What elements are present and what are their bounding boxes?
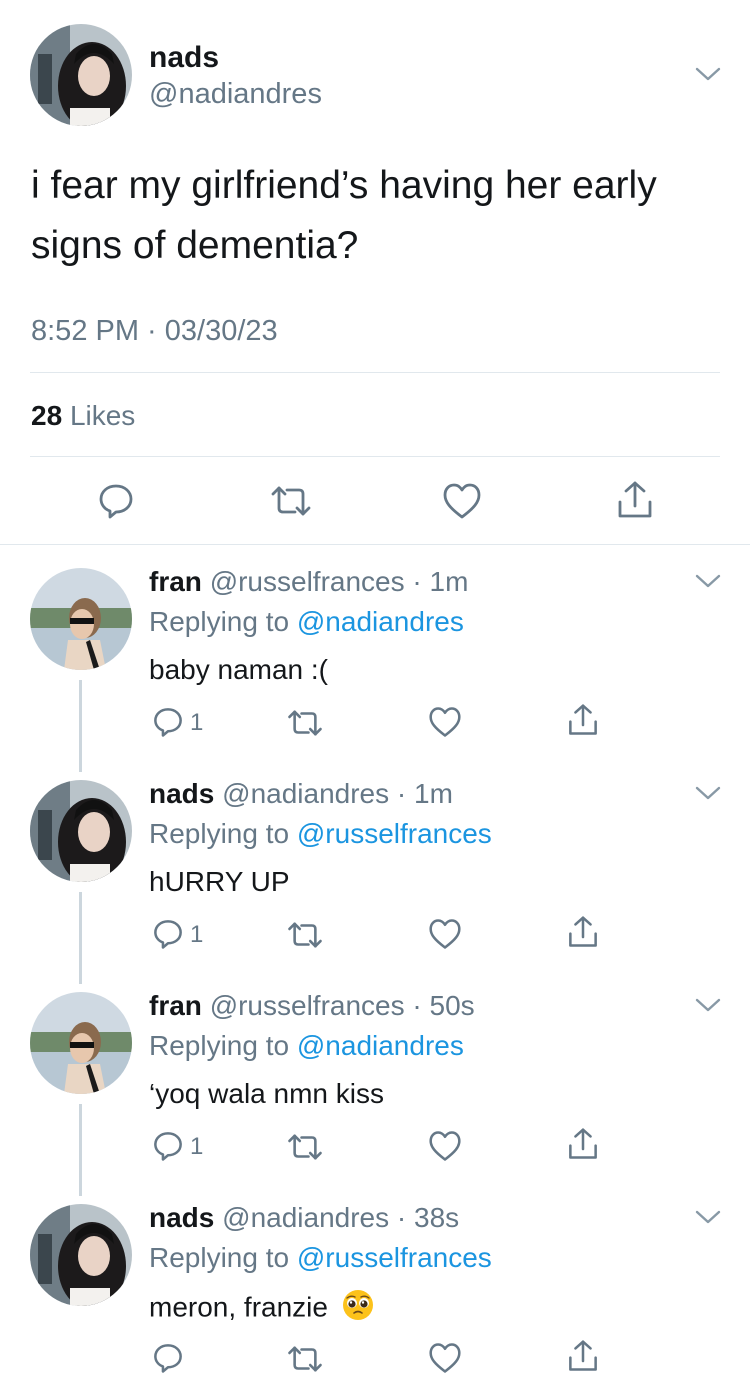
reply-count: 1 — [190, 1133, 204, 1160]
replying-to-link[interactable]: @russelfrances — [297, 818, 492, 849]
thread-line — [79, 1104, 82, 1196]
replying-prefix: Replying to — [149, 1030, 290, 1061]
reply-header: nads @nadiandres · 1m — [149, 777, 453, 811]
retweet-icon[interactable] — [286, 1344, 324, 1374]
share-icon[interactable] — [567, 915, 599, 949]
like-icon[interactable] — [428, 706, 462, 738]
thread-line — [79, 892, 82, 984]
share-icon[interactable] — [567, 1127, 599, 1161]
reply-text: baby naman :( — [149, 654, 328, 685]
like-icon[interactable] — [428, 1130, 462, 1162]
like-icon[interactable] — [428, 1342, 462, 1374]
author-handle[interactable]: @nadiandres — [149, 76, 322, 112]
reply-text: ‘yoq wala nmn kiss — [149, 1078, 384, 1109]
replying-to-link[interactable]: @russelfrances — [297, 1242, 492, 1273]
avatar-fran[interactable] — [30, 992, 132, 1094]
replying-to: Replying to @russelfrances — [149, 817, 492, 851]
reply-count: 1 — [190, 921, 204, 948]
tweet-text-line-2: signs of dementia? — [31, 224, 359, 267]
reply-author-name[interactable]: fran — [149, 566, 202, 597]
reply-author-name[interactable]: fran — [149, 990, 202, 1021]
retweet-icon[interactable] — [286, 920, 324, 950]
reply-header: nads @nadiandres · 38s — [149, 1201, 459, 1235]
author-name[interactable]: nads — [149, 40, 219, 76]
like-icon[interactable] — [428, 918, 462, 950]
reply-author-handle[interactable]: @nadiandres — [222, 1202, 389, 1233]
chevron-down-icon[interactable] — [695, 785, 721, 801]
avatar-fran[interactable] — [30, 568, 132, 670]
tweet-timestamp[interactable]: 8:52 PM · 03/30/23 — [31, 313, 278, 349]
chevron-down-icon[interactable] — [695, 66, 721, 82]
reply-text-container: meron, franzie — [149, 1289, 374, 1329]
reply-time: · 1m — [412, 566, 469, 597]
reply-author-name[interactable]: nads — [149, 1202, 214, 1233]
replying-to: Replying to @nadiandres — [149, 1029, 464, 1063]
pleading-face-emoji — [342, 1289, 374, 1329]
likes-label: Likes — [69, 400, 136, 431]
divider — [30, 372, 720, 373]
reply-icon[interactable] — [152, 1342, 184, 1374]
retweet-icon[interactable] — [269, 484, 313, 518]
reply-icon[interactable] — [152, 1130, 184, 1162]
chevron-down-icon[interactable] — [695, 1209, 721, 1225]
share-icon[interactable] — [616, 480, 654, 520]
reply-icon[interactable] — [152, 918, 184, 950]
chevron-down-icon[interactable] — [695, 997, 721, 1013]
reply-time: · 1m — [396, 778, 453, 809]
replying-to-link[interactable]: @nadiandres — [297, 1030, 464, 1061]
reply-count: 1 — [190, 709, 204, 736]
retweet-icon[interactable] — [286, 708, 324, 738]
avatar-nads[interactable] — [30, 1204, 132, 1306]
reply-author-handle[interactable]: @nadiandres — [222, 778, 389, 809]
likes-count: 28 — [31, 400, 63, 431]
share-icon[interactable] — [567, 1339, 599, 1373]
replying-prefix: Replying to — [149, 818, 290, 849]
share-icon[interactable] — [567, 703, 599, 737]
thread-line — [79, 680, 82, 772]
reply-header: fran @russelfrances · 1m — [149, 565, 468, 599]
reply-time: · 50s — [412, 990, 475, 1021]
divider — [0, 544, 750, 545]
reply-time: · 38s — [396, 1202, 460, 1233]
tweet-text-line-1: i fear my girlfriend’s having her early — [31, 164, 657, 207]
replying-to: Replying to @nadiandres — [149, 605, 464, 639]
like-icon[interactable] — [442, 482, 482, 520]
reply-author-handle[interactable]: @russelfrances — [210, 566, 405, 597]
reply-text: hURRY UP — [149, 866, 290, 897]
avatar-nads[interactable] — [30, 24, 132, 126]
replying-to: Replying to @russelfrances — [149, 1241, 492, 1275]
reply-icon[interactable] — [97, 482, 135, 520]
chevron-down-icon[interactable] — [695, 573, 721, 589]
reply-author-handle[interactable]: @russelfrances — [210, 990, 405, 1021]
retweet-icon[interactable] — [286, 1132, 324, 1162]
reply-icon[interactable] — [152, 706, 184, 738]
avatar-nads[interactable] — [30, 780, 132, 882]
reply-header: fran @russelfrances · 50s — [149, 989, 475, 1023]
replying-prefix: Replying to — [149, 606, 290, 637]
reply-text: meron, franzie — [149, 1291, 328, 1323]
reply-author-name[interactable]: nads — [149, 778, 214, 809]
divider — [30, 456, 720, 457]
replying-to-link[interactable]: @nadiandres — [297, 606, 464, 637]
replying-prefix: Replying to — [149, 1242, 290, 1273]
likes-stat[interactable]: 28 Likes — [31, 398, 135, 434]
